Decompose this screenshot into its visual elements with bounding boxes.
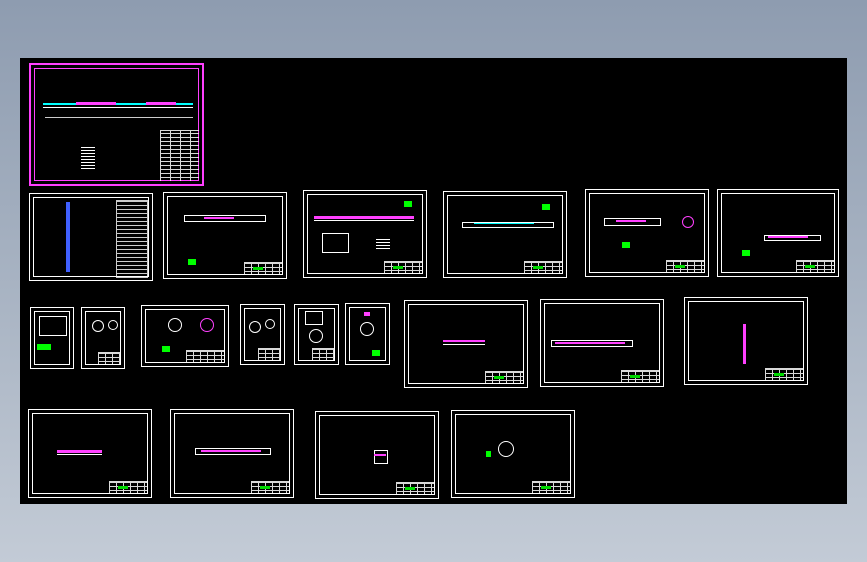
part-circle: [309, 329, 323, 343]
centerline: [474, 223, 534, 224]
title-block: [109, 481, 148, 494]
part-circle-2: [200, 318, 214, 332]
part-highlight: [201, 450, 261, 452]
part-highlight: [204, 217, 234, 219]
part-body: [443, 344, 485, 345]
title-block: [384, 261, 423, 274]
drawing-sheet-8[interactable]: [30, 307, 74, 369]
title-block: [396, 482, 435, 495]
drawing-sheet-3[interactable]: [163, 192, 287, 279]
technical-notes: [376, 239, 390, 251]
drawing-sheet-9[interactable]: [81, 307, 125, 369]
part-highlight: [555, 342, 625, 344]
drawing-sheet-13[interactable]: [345, 303, 390, 365]
drawing-sheet-2[interactable]: [29, 193, 153, 281]
drawing-sheet-14[interactable]: [404, 300, 528, 388]
part-circle-2: [108, 320, 118, 330]
roughness-note: [542, 204, 550, 210]
drawing-canvas[interactable]: [20, 58, 847, 504]
part-circle: [360, 322, 374, 336]
part-highlight: [364, 312, 370, 316]
drawing-sheet-10[interactable]: [141, 305, 229, 367]
part-highlight: [616, 220, 646, 222]
parts-list-table: [160, 130, 199, 181]
title-block: [251, 481, 290, 494]
title-block: [666, 260, 705, 273]
title-block: [524, 261, 563, 274]
part-body: [57, 454, 102, 455]
part-circle: [168, 318, 182, 332]
section-view: [322, 233, 349, 253]
part-highlight: [443, 340, 485, 342]
part-highlight: [374, 454, 386, 456]
drawing-sheet-4[interactable]: [303, 190, 427, 278]
part-circle: [498, 441, 514, 457]
part-highlight: [768, 236, 808, 238]
part-view: [39, 316, 67, 336]
title-block: [258, 348, 281, 361]
title-block: [485, 371, 524, 384]
drawing-sheet-15[interactable]: [540, 299, 664, 387]
title-block: [244, 262, 283, 275]
part-view: [305, 311, 323, 325]
drawing-sheet-7[interactable]: [717, 189, 839, 277]
part-circle: [92, 320, 104, 332]
dimension-line: [45, 117, 193, 118]
shaft-body: [314, 220, 414, 221]
part-circle-2: [265, 319, 275, 329]
title-block: [796, 260, 835, 273]
drawing-sheet-6[interactable]: [585, 189, 709, 277]
shaft-highlight-2: [146, 102, 176, 105]
drawing-sheet-12[interactable]: [294, 304, 339, 365]
drawing-sheet-20[interactable]: [451, 410, 575, 498]
title-block: [186, 350, 225, 363]
roughness-note: [742, 250, 750, 256]
roughness-note: [372, 350, 380, 356]
drawing-sheet-18[interactable]: [170, 409, 294, 498]
roughness-note: [188, 259, 196, 265]
technical-notes: [81, 147, 95, 171]
title-block: [312, 348, 335, 361]
vertical-shaft: [743, 324, 746, 364]
roughness-note: [404, 201, 412, 207]
drawing-sheet-17[interactable]: [28, 409, 152, 498]
shaft-highlight: [314, 216, 414, 219]
title-block: [621, 370, 660, 383]
roughness-note: [486, 451, 491, 457]
drawing-sheet-19[interactable]: [315, 411, 439, 499]
shaft-highlight: [76, 102, 116, 105]
part-view: [374, 450, 388, 464]
title-block: [765, 368, 804, 381]
roughness-note: [622, 242, 630, 248]
drawing-sheet-assembly[interactable]: [29, 63, 204, 186]
roughness-note: [37, 344, 51, 350]
vertical-shaft: [66, 202, 70, 272]
title-block: [98, 352, 121, 365]
shaft-body: [43, 107, 193, 108]
drawing-sheet-5[interactable]: [443, 191, 567, 278]
drawing-sheet-16[interactable]: [684, 297, 808, 385]
part-highlight: [57, 450, 102, 453]
title-block: [532, 481, 571, 494]
part-circle: [249, 321, 261, 333]
parts-list-table: [116, 200, 148, 278]
drawing-sheet-11[interactable]: [240, 304, 285, 365]
section-circle: [682, 216, 694, 228]
roughness-note: [162, 346, 170, 352]
